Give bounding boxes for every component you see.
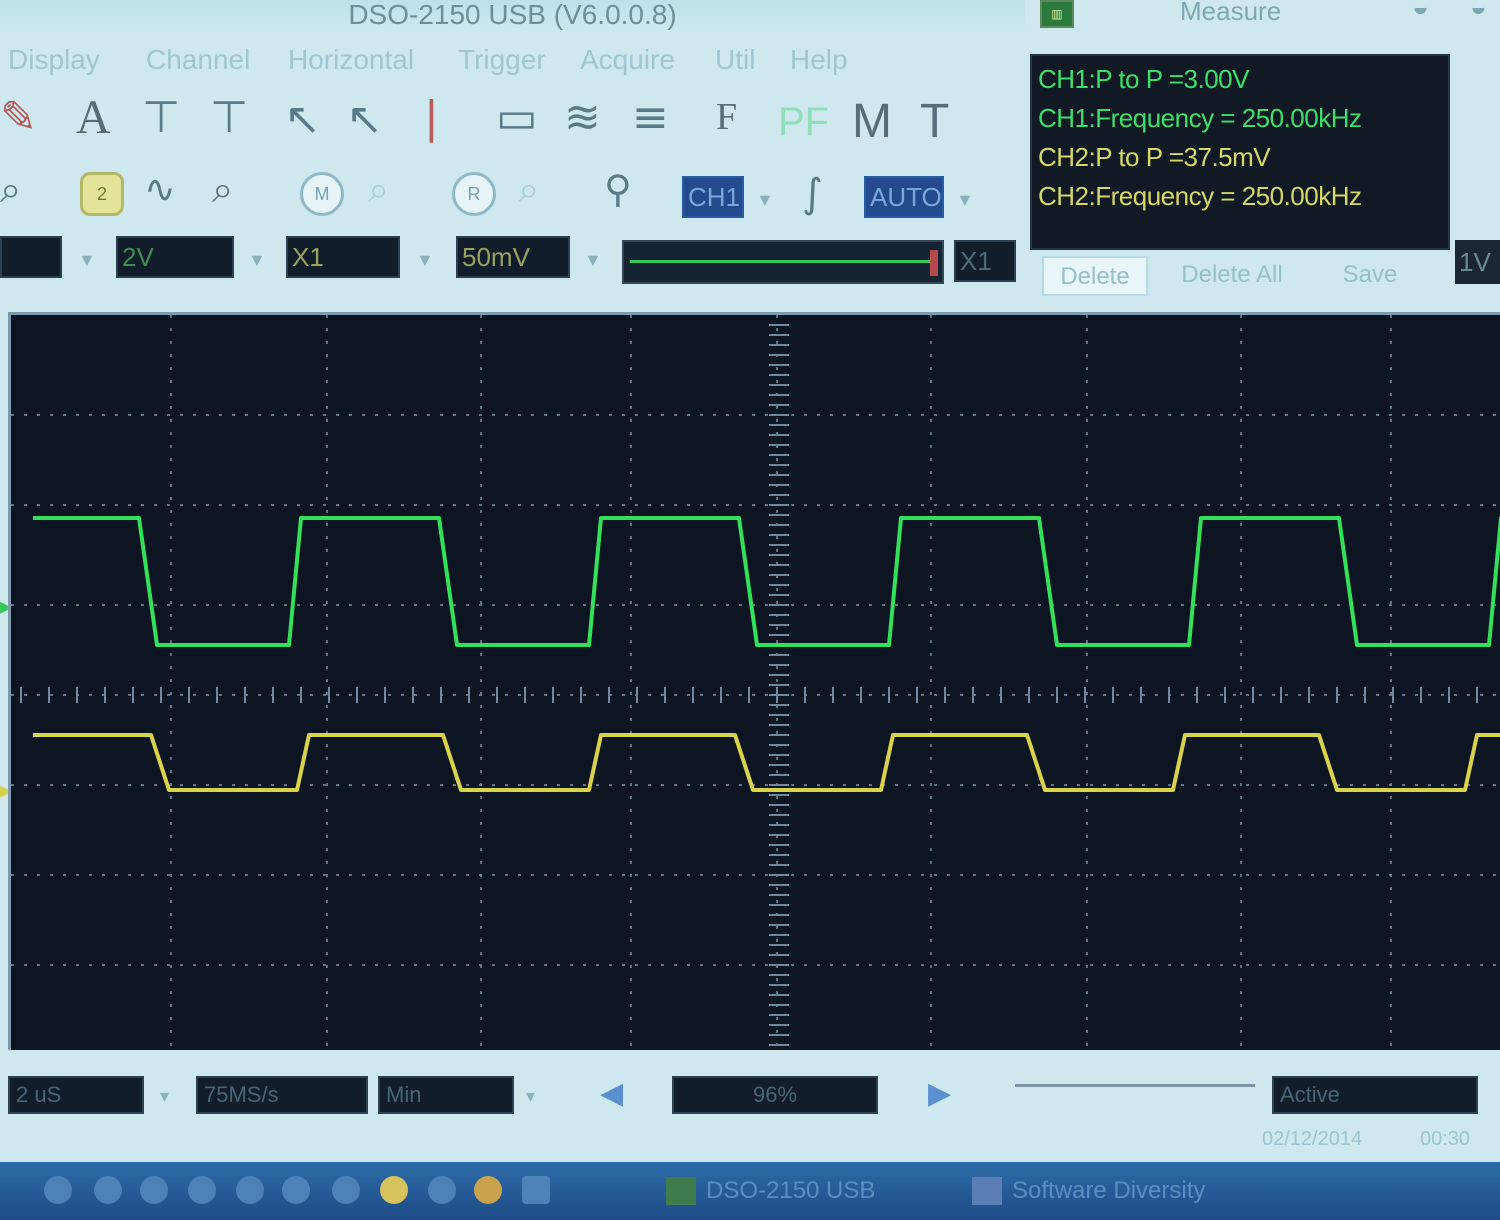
vertical-cursor-icon[interactable]: | <box>424 96 439 140</box>
measure-panel-header: ▥ Measure ◒ ◒ <box>1030 0 1500 40</box>
window-title: DSO-2150 USB (V6.0.0.8) <box>0 0 1025 34</box>
taskbar-app-icon[interactable] <box>282 1176 310 1204</box>
taskbar-app-icon[interactable] <box>94 1176 122 1204</box>
menu-trigger[interactable]: Trigger <box>458 44 546 76</box>
waveform-canvas <box>11 315 1500 1050</box>
menu-help[interactable]: Help <box>790 44 848 76</box>
probe-icon[interactable]: ⚲ <box>604 170 632 208</box>
time-div-select[interactable]: 2 uS <box>8 1076 144 1114</box>
mem-r-button[interactable]: R <box>452 172 496 216</box>
chevron-down-icon[interactable]: ▼ <box>248 250 266 271</box>
chevron-down-icon[interactable]: ▼ <box>78 250 96 271</box>
taskbar-app-icon[interactable] <box>380 1176 408 1204</box>
wave-fit-icon[interactable]: ∿ <box>144 170 176 208</box>
zoom-fit-icon[interactable]: ⌕ <box>212 170 233 208</box>
trigger-level-slider[interactable] <box>622 240 944 284</box>
cursor-cross2-icon[interactable]: ⊤ <box>210 96 248 140</box>
menu-channel[interactable]: Channel <box>146 44 250 76</box>
chevron-down-icon[interactable]: ▼ <box>416 250 434 271</box>
sample-rate-display: 75MS/s <box>196 1076 368 1114</box>
lines-icon[interactable]: ≡ <box>632 96 669 140</box>
measure-line-ch1-pp: CH1:P to P =3.00V <box>1038 64 1249 94</box>
cursor-cross-icon[interactable]: ⊤ <box>142 96 180 140</box>
menu-display[interactable]: Display <box>8 44 100 76</box>
chevron-down-icon[interactable]: ▾ <box>160 1086 169 1107</box>
slider-handle[interactable] <box>930 250 938 276</box>
software-app-icon <box>972 1177 1002 1205</box>
menu-util[interactable]: Util <box>715 44 755 76</box>
pointer-track-icon[interactable]: ↖ <box>346 98 383 142</box>
taskbar-item-label: Software Diversity <box>1012 1177 1206 1204</box>
taskbar-app-icon[interactable] <box>188 1176 216 1204</box>
start-icon[interactable] <box>44 1176 72 1204</box>
measure-app-icon: ▥ <box>1040 0 1074 28</box>
pointer-icon[interactable]: ↖ <box>284 98 321 142</box>
pen-icon[interactable]: ✎ <box>0 96 37 140</box>
ch2-volts-div-select[interactable]: 50mV <box>456 236 570 278</box>
os-taskbar: DSO-2150 USB Software Diversity <box>0 1162 1500 1220</box>
menu-horizontal[interactable]: Horizontal <box>288 44 414 76</box>
taskbar-item-dso[interactable]: DSO-2150 USB <box>662 1172 942 1210</box>
taskbar-app-icon[interactable] <box>332 1176 360 1204</box>
measure-readout: CH1:P to P =3.00V CH1:Frequency = 250.00… <box>1030 54 1450 250</box>
toolbar-view: ⌕ 2 ∿ ⌕ M ⌕ R ⌕ ⚲ <box>0 160 1010 232</box>
measure-line-ch2-pp: CH2:P to P =37.5mV <box>1038 142 1271 172</box>
ch1-probe-select[interactable]: X1 <box>286 236 400 278</box>
dso-app-icon <box>666 1177 696 1205</box>
trigger-mode-select[interactable]: AUTO <box>864 176 944 218</box>
mem-zoom-icon[interactable]: ⌕ <box>368 170 389 208</box>
taskbar-app-icon[interactable] <box>236 1176 264 1204</box>
menu-acquire[interactable]: Acquire <box>580 44 675 76</box>
measure-title: Measure <box>1180 0 1282 26</box>
slider-track <box>630 260 932 263</box>
mem-m-button[interactable]: M <box>300 172 344 216</box>
chevron-down-icon[interactable]: ▼ <box>584 250 602 271</box>
chevron-down-icon[interactable]: ▾ <box>526 1086 535 1107</box>
taskbar-app-icon[interactable] <box>428 1176 456 1204</box>
chevron-down-icon[interactable]: ▼ <box>756 190 774 211</box>
ch1-coupling-select[interactable] <box>0 236 62 278</box>
time-display: 00:30 <box>1420 1128 1471 1150</box>
acq-mode-select[interactable]: Min <box>378 1076 514 1114</box>
chevron-down-icon[interactable]: ▼ <box>956 190 974 211</box>
status-display: Active <box>1272 1076 1478 1114</box>
scroll-right-button[interactable]: ▶ <box>928 1076 951 1111</box>
taskbar-item-software[interactable]: Software Diversity <box>968 1172 1258 1210</box>
taskbar-app-icon[interactable] <box>522 1176 550 1204</box>
zoom-display: 96% <box>672 1076 878 1114</box>
waveform-display[interactable] <box>8 312 1500 1050</box>
taskbar-app-icon[interactable] <box>474 1176 502 1204</box>
save-button[interactable]: Save <box>1322 256 1418 296</box>
screen-background <box>11 315 1500 1050</box>
measure-line-ch1-freq: CH1:Frequency = 250.00kHz <box>1038 103 1362 133</box>
ch2-probe-select[interactable]: X1 <box>954 240 1016 282</box>
ch2-ref-volts[interactable]: 1V <box>1455 240 1500 284</box>
date-display: 02/12/2014 <box>1262 1128 1363 1150</box>
toolbar-cursors: ✎ A ⊤ ⊤ ↖ ↖ | ▭ ≋ ≡ F PF M T <box>0 88 1010 160</box>
close-icon[interactable]: ◒ <box>1470 0 1487 21</box>
text-tool-button[interactable]: A <box>76 94 111 142</box>
cursor-2-button[interactable]: 2 <box>80 172 124 216</box>
scroll-left-button[interactable]: ◀ <box>600 1076 623 1111</box>
delete-all-button[interactable]: Delete All <box>1164 256 1300 296</box>
timebase-button[interactable]: T <box>920 98 949 146</box>
rising-edge-icon[interactable]: ∫ <box>802 174 823 214</box>
zoom-icon[interactable]: ⌕ <box>0 170 21 208</box>
math-button[interactable]: M <box>852 98 892 146</box>
zoom-rect-icon[interactable]: ▭ <box>496 96 538 140</box>
menu-bar: Display Channel Horizontal Trigger Acqui… <box>0 36 1025 86</box>
taskbar-item-label: DSO-2150 USB <box>706 1177 876 1204</box>
ch1-volts-div-select[interactable]: 2V <box>116 236 234 278</box>
fft-button[interactable]: F <box>716 98 737 136</box>
minimize-icon[interactable]: ◒ <box>1412 0 1429 21</box>
waveform-icon[interactable]: ≋ <box>564 96 601 140</box>
ref-zoom-icon[interactable]: ⌕ <box>518 170 539 208</box>
delete-button[interactable]: Delete <box>1042 256 1148 296</box>
measure-line-ch2-freq: CH2:Frequency = 250.00kHz <box>1038 181 1362 211</box>
trigger-source-select[interactable]: CH1 <box>682 176 744 218</box>
pass-fail-button[interactable]: PF <box>778 102 829 142</box>
position-slider[interactable] <box>1015 1084 1255 1087</box>
taskbar-app-icon[interactable] <box>140 1176 168 1204</box>
